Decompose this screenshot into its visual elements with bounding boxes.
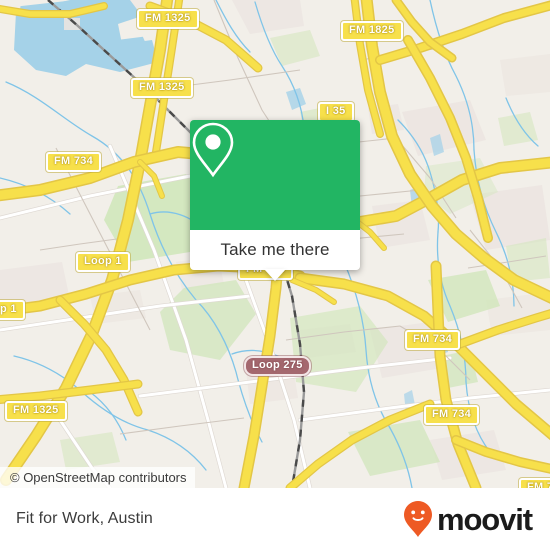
road-shield: FM 734 — [424, 405, 480, 425]
take-me-there-label: Take me there — [220, 240, 330, 259]
location-pin-icon — [192, 122, 234, 178]
popup-pointer — [264, 269, 286, 281]
moovit-pin-smiley-icon — [403, 501, 432, 537]
road-shield: FM 1325 — [5, 401, 67, 421]
road-shield: FM 1325 — [137, 9, 199, 29]
footer-bar: Fit for Work, Austin moovit — [0, 488, 550, 550]
map-screen: .rdc{fill:none;stroke:#e3c646;stroke-lin… — [0, 0, 550, 550]
map-popup[interactable]: Take me there — [190, 120, 360, 281]
popup-footer[interactable]: Take me there — [190, 230, 360, 281]
road-shield: Loop 275 — [244, 356, 311, 376]
road-shield: p 1 — [0, 300, 25, 320]
moovit-logo[interactable]: moovit — [403, 500, 533, 538]
map-canvas[interactable]: .rdc{fill:none;stroke:#e3c646;stroke-lin… — [0, 0, 550, 488]
moovit-wordmark: moovit — [436, 501, 533, 537]
popup-image — [190, 120, 360, 230]
road-shield: FM 734 — [405, 330, 461, 350]
place-name-label: Fit for Work, Austin — [16, 510, 153, 527]
road-shield: I 35 — [318, 102, 354, 122]
road-shield: FM 7 — [519, 478, 550, 488]
road-shield: Loop 1 — [76, 252, 130, 272]
road-shield: FM 1825 — [341, 21, 403, 41]
map-attribution[interactable]: © OpenStreetMap contributors — [0, 467, 195, 488]
road-shield: FM 1325 — [131, 78, 193, 98]
road-shield: FM 734 — [46, 152, 102, 172]
